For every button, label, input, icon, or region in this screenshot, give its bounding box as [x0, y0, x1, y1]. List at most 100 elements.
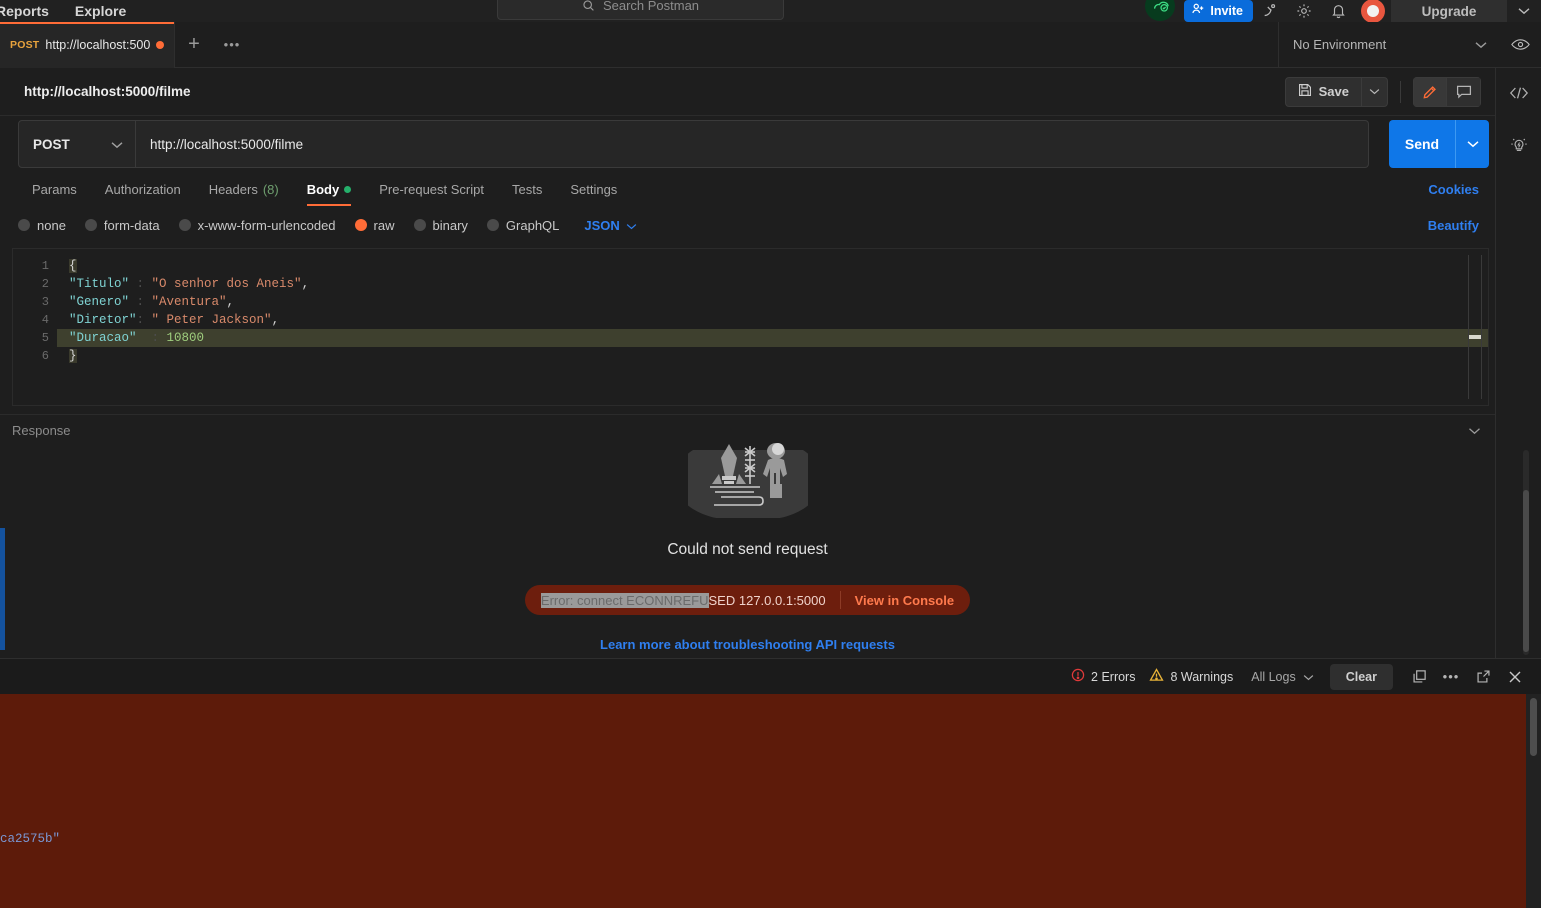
console-scrollbar-thumb[interactable] [1530, 698, 1537, 756]
environment-selected-label: No Environment [1293, 37, 1387, 52]
settings-gear-icon[interactable] [1287, 0, 1321, 22]
chevron-down-icon [626, 218, 637, 233]
error-message-selected-part: Error: connect ECONNREFU [540, 592, 709, 608]
line-number: 3 [41, 295, 49, 309]
code-token-sep: : [129, 295, 152, 309]
editor-scrollbar[interactable] [1468, 255, 1482, 399]
code-token-comma: , [226, 295, 235, 309]
top-nav-reports[interactable]: Reports [0, 4, 49, 22]
body-format-selector[interactable]: JSON [584, 217, 637, 233]
send-options-chevron-down-icon[interactable] [1455, 120, 1489, 168]
sync-status-icon[interactable] [1144, 0, 1178, 22]
edit-pencil-icon[interactable] [1413, 76, 1447, 107]
body-type-binary[interactable]: binary [413, 218, 477, 233]
request-icon-buttons [1413, 76, 1481, 107]
error-circle-icon [1071, 668, 1085, 685]
tab-label: Params [32, 181, 77, 197]
environment-selector[interactable]: No Environment [1279, 22, 1499, 68]
body-type-none[interactable]: none [18, 218, 75, 233]
comment-icon[interactable] [1447, 76, 1481, 107]
editor-line-numbers: 1 2 3 4 5 6 [13, 249, 57, 405]
new-tab-button[interactable]: + [175, 22, 213, 67]
request-body-editor[interactable]: 1 2 3 4 5 6 { "Titulo" : "O senhor dos A… [12, 248, 1489, 406]
view-in-console-link[interactable]: View in Console [855, 593, 954, 608]
save-button[interactable]: Save [1284, 76, 1362, 107]
troubleshooting-link[interactable]: Learn more about troubleshooting API req… [600, 637, 895, 652]
console-clear-button[interactable]: Clear [1329, 663, 1393, 690]
search-input[interactable]: Search Postman [497, 0, 784, 20]
body-type-label: none [37, 217, 66, 233]
satellite-icon[interactable] [1253, 0, 1287, 22]
radio-icon [18, 219, 30, 231]
response-collapse-chevron-down-icon[interactable] [1468, 422, 1481, 440]
code-token-sep: : [136, 313, 152, 327]
body-format-label: JSON [584, 217, 620, 233]
tab-settings[interactable]: Settings [556, 172, 631, 206]
copy-icon[interactable] [1403, 663, 1435, 691]
console-log-filter[interactable]: All Logs [1251, 670, 1313, 684]
environment-quick-look-eye-icon[interactable] [1499, 22, 1541, 68]
tab-label: Settings [570, 181, 618, 197]
console-errors-count[interactable]: 2 Errors [1071, 668, 1135, 685]
top-bar: Reports Explore Search Postman Invite Up… [0, 0, 1541, 23]
send-button[interactable]: Send [1389, 120, 1455, 168]
chevron-down-icon[interactable] [1507, 0, 1541, 22]
cookies-link[interactable]: Cookies [1428, 172, 1479, 206]
url-input[interactable]: http://localhost:5000/filme [136, 120, 1369, 168]
tab-label: Tests [511, 181, 543, 197]
invite-button[interactable]: Invite [1184, 0, 1253, 22]
invite-icon [1191, 2, 1205, 16]
tab-body[interactable]: Body [293, 172, 366, 206]
response-scrollbar[interactable] [1523, 450, 1529, 655]
request-tab[interactable]: POST http://localhost:5000/ [0, 22, 175, 68]
response-scrollbar-thumb[interactable] [1523, 490, 1529, 652]
notifications-bell-icon[interactable] [1321, 0, 1355, 22]
response-empty-state: Could not send request Error: connect EC… [0, 443, 1495, 658]
warning-triangle-icon [1149, 668, 1165, 685]
open-external-icon[interactable] [1467, 663, 1499, 691]
more-options-icon[interactable]: ••• [1435, 663, 1467, 691]
top-bar-actions: Invite Upgrade [1144, 0, 1541, 23]
code-token-key: "Duracao" [69, 331, 137, 345]
code-token-key: "Diretor" [69, 313, 137, 327]
code-line: "Diretor": " Peter Jackson", [57, 311, 1488, 329]
tab-pre-request-script[interactable]: Pre-request Script [365, 172, 498, 206]
upgrade-button[interactable]: Upgrade [1391, 0, 1507, 22]
editor-code-area[interactable]: { "Titulo" : "O senhor dos Aneis", "Gene… [57, 249, 1488, 405]
code-token-sep: : [136, 331, 167, 345]
console-errors-label: 2 Errors [1091, 669, 1136, 684]
request-section-tabs: Params Authorization Headers (8) Body Pr… [0, 172, 1495, 206]
radio-icon [486, 219, 499, 231]
code-token-value: "O senhor dos Aneis" [151, 277, 302, 291]
response-label: Response [12, 423, 71, 438]
tab-more-options-icon[interactable]: ••• [213, 22, 251, 67]
tab-params[interactable]: Params [18, 172, 91, 206]
tab-tests[interactable]: Tests [498, 172, 556, 206]
request-header: http://localhost:5000/filme Save [0, 68, 1495, 116]
code-snippet-icon[interactable] [1504, 80, 1534, 106]
body-type-raw[interactable]: raw [354, 218, 404, 233]
tab-headers[interactable]: Headers (8) [195, 172, 293, 206]
console-log-panel[interactable]: ca2575b" [0, 694, 1541, 908]
user-avatar[interactable] [1361, 0, 1385, 23]
beautify-link[interactable]: Beautify [1428, 210, 1479, 240]
line-number: 2 [41, 277, 49, 291]
unsaved-indicator-dot [156, 41, 164, 49]
body-type-form-data[interactable]: form-data [84, 218, 169, 233]
close-icon[interactable] [1499, 663, 1531, 691]
tab-authorization[interactable]: Authorization [91, 172, 195, 206]
top-nav-explore[interactable]: Explore [75, 4, 126, 22]
top-nav: Reports Explore [0, 0, 126, 22]
code-token-key: "Titulo" [69, 277, 130, 291]
save-options-chevron-down-icon[interactable] [1362, 76, 1388, 107]
code-token-sep: : [129, 277, 152, 291]
body-type-x-www-form-urlencoded[interactable]: x-www-form-urlencoded [178, 218, 345, 233]
request-tab-name: http://localhost:5000/ [45, 38, 150, 52]
lightbulb-icon[interactable] [1504, 132, 1534, 158]
tab-label: Body [306, 181, 340, 197]
console-warnings-count[interactable]: 8 Warnings [1149, 668, 1233, 685]
request-header-actions: Save [1284, 76, 1481, 107]
body-type-graphql[interactable]: GraphQL [486, 218, 568, 233]
chevron-down-icon [1303, 670, 1314, 684]
http-method-selector[interactable]: POST [18, 120, 136, 168]
